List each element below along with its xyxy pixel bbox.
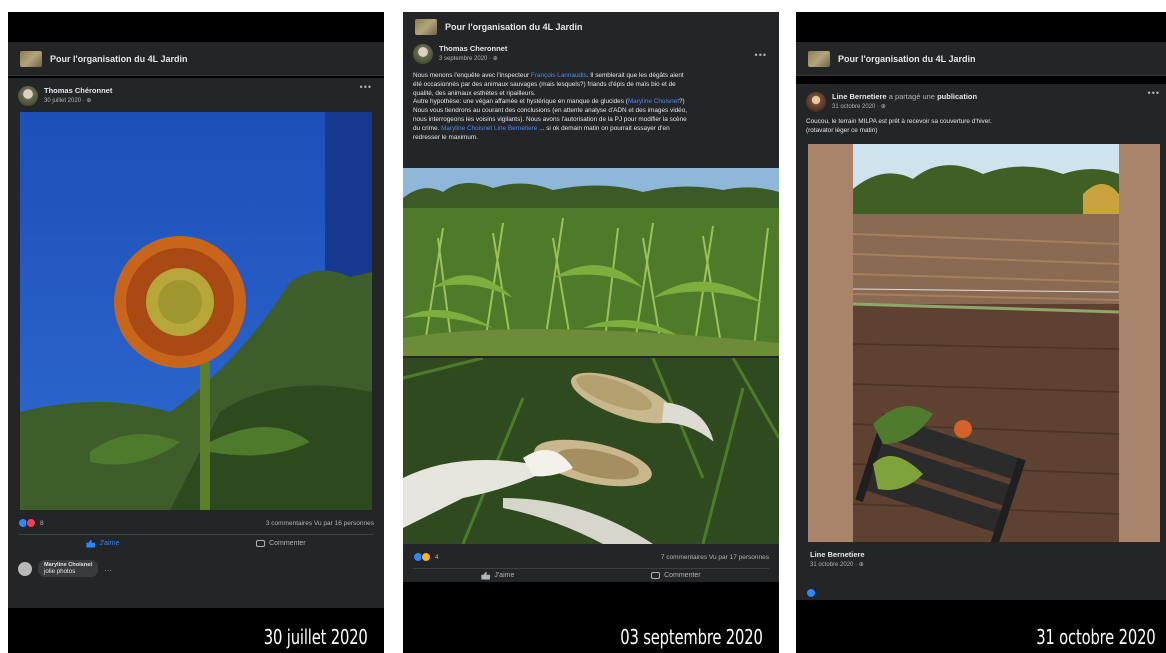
post-text: Coucou, le terrain MILPA est prêt à rece…: [806, 118, 1162, 136]
post-actions: J'aime Commenter: [18, 534, 374, 552]
screenshot-panel-1: Pour l'organisation du 4L Jardin Thomas …: [8, 12, 384, 653]
reaction-summary: [806, 586, 1162, 600]
author-name[interactable]: Thomas Chéronnet: [44, 86, 112, 95]
comment-item: Maryline Choisnet jolie photos …: [18, 560, 112, 577]
like-button[interactable]: J'aime: [86, 539, 120, 548]
group-thumbnail: [415, 19, 437, 35]
like-label: J'aime: [494, 572, 515, 579]
group-name: Pour l'organisation du 4L Jardin: [445, 22, 583, 32]
post-text-line: Nous menons l'enquête avec l'inspecteur …: [413, 72, 684, 79]
comment-bubble: Maryline Choisnet jolie photos: [38, 560, 99, 577]
sunflower-image: [20, 112, 372, 510]
post-text-line: redresser le maximum.: [413, 133, 478, 141]
thumbs-up-icon: [86, 539, 96, 548]
date-caption: 30 juillet 2020: [264, 625, 368, 649]
post-date[interactable]: 30 juillet 2020 · ⊕: [44, 97, 112, 104]
reaction-count[interactable]: 8: [40, 520, 44, 527]
sunflower-photo[interactable]: [20, 112, 372, 510]
comment-label: Commenter: [269, 540, 306, 547]
avatar[interactable]: [413, 44, 433, 64]
cornfield-image: [403, 168, 779, 356]
post-stats[interactable]: 3 commentaires Vu par 16 personnes: [266, 520, 374, 527]
author-name[interactable]: Line Bernetiere: [832, 92, 887, 101]
post-text-line: du crime. Maryline Choisnet Line Berneti…: [413, 124, 670, 132]
post-text-line: (rotavator léger ce matin): [806, 126, 878, 134]
screenshot-panel-3: Pour l'organisation du 4L Jardin Line Be…: [796, 12, 1166, 653]
post-text-line: nous interrogeons les voisins vigilants)…: [413, 115, 687, 123]
group-header[interactable]: Pour l'organisation du 4L Jardin: [8, 42, 384, 76]
comment-text: jolie photos: [44, 568, 76, 575]
group-thumbnail: [808, 50, 830, 67]
post-text-line: été occasionnés par des animaux sauvages…: [413, 80, 676, 88]
author-name[interactable]: Thomas Cheronnet: [439, 44, 507, 53]
thumbs-up-icon: [481, 571, 491, 580]
post-card: Line Bernetiere a partagé une publicatio…: [796, 84, 1166, 600]
more-options-icon[interactable]: •••: [755, 50, 767, 60]
post-card: Thomas Chéronnet 30 juillet 2020 · ⊕ •••: [8, 78, 384, 608]
reaction-count[interactable]: 4: [435, 554, 439, 561]
comment-button[interactable]: Commenter: [256, 540, 306, 547]
avatar[interactable]: [18, 86, 38, 106]
comment-icon: [651, 572, 661, 579]
more-options-icon[interactable]: •••: [360, 82, 372, 92]
field-image: [808, 144, 1160, 542]
shared-post-footer: Line Bernetiere 31 octobre 2020 · ⊕: [796, 550, 1166, 568]
mention-link[interactable]: Maryline Choisnet: [628, 98, 679, 105]
post-text-line: Nous vous tiendrons au courant des concl…: [413, 107, 688, 115]
post-date[interactable]: 31 octobre 2020 · ⊕: [832, 103, 977, 110]
comment-options-icon[interactable]: …: [104, 564, 112, 573]
avatar[interactable]: [806, 92, 826, 112]
like-label: J'aime: [99, 540, 120, 547]
post-date[interactable]: 3 septembre 2020 · ⊕: [439, 55, 507, 62]
cornfield-photo[interactable]: [403, 168, 779, 356]
reaction-summary: 8 3 commentaires Vu par 16 personnes: [18, 516, 374, 530]
comment-label: Commenter: [664, 572, 701, 579]
group-name: Pour l'organisation du 4L Jardin: [50, 53, 188, 64]
more-options-icon[interactable]: •••: [1148, 88, 1160, 98]
post-actions: J'aime Commenter: [413, 568, 769, 582]
comment-button[interactable]: Commenter: [651, 572, 701, 579]
like-reaction-icon: [806, 588, 816, 598]
wow-reaction-icon: [421, 552, 431, 562]
comment-icon: [256, 540, 266, 547]
group-name: Pour l'organisation du 4L Jardin: [838, 53, 976, 64]
group-header[interactable]: Pour l'organisation du 4L Jardin: [796, 42, 1166, 76]
commenter-avatar[interactable]: [18, 561, 32, 576]
love-reaction-icon: [26, 518, 36, 528]
post-author-row: Line Bernetiere a partagé une publicatio…: [796, 92, 1166, 112]
post-text-line: Coucou, le terrain MILPA est prêt à rece…: [806, 118, 992, 125]
like-button[interactable]: J'aime: [481, 571, 515, 580]
post-author-row: Thomas Chéronnet 30 juillet 2020 · ⊕: [8, 86, 384, 106]
post-text: Nous menons l'enquête avec l'inspecteur …: [413, 72, 769, 142]
screenshot-panel-2: Pour l'organisation du 4L Jardin Thomas …: [403, 12, 779, 653]
reaction-summary: 4 7 commentaires Vu par 17 personnes: [413, 550, 769, 564]
corn-cobs-image: [403, 358, 779, 544]
date-caption: 03 septembre 2020: [620, 625, 764, 649]
post-author-row: Thomas Cheronnet 3 septembre 2020 · ⊕: [403, 44, 779, 64]
date-caption: 31 octobre 2020: [1036, 625, 1156, 649]
post-card: Pour l'organisation du 4L Jardin Thomas …: [403, 12, 779, 582]
corn-cobs-photo[interactable]: [403, 358, 779, 544]
post-text-line: Autre hypothèse: une végan affamée et hy…: [413, 98, 685, 106]
inner-post-date[interactable]: 31 octobre 2020 · ⊕: [810, 561, 865, 568]
post-stats[interactable]: 7 commentaires Vu par 17 personnes: [661, 554, 769, 561]
inner-author-name[interactable]: Line Bernetiere: [810, 550, 865, 559]
mention-link[interactable]: Maryline Choisnet Line Bernetiere: [441, 125, 537, 132]
field-photo[interactable]: [808, 144, 1160, 542]
mention-link[interactable]: François Lannaudis: [531, 72, 587, 79]
shared-prefix: a partagé une: [886, 92, 938, 101]
post-text-line: qualité, des animaux esthètes et ripaill…: [413, 89, 536, 97]
author-line: Line Bernetiere a partagé une publicatio…: [832, 92, 977, 101]
group-header[interactable]: Pour l'organisation du 4L Jardin: [403, 12, 779, 42]
group-thumbnail: [20, 50, 42, 67]
shared-object-link[interactable]: publication: [937, 92, 977, 101]
